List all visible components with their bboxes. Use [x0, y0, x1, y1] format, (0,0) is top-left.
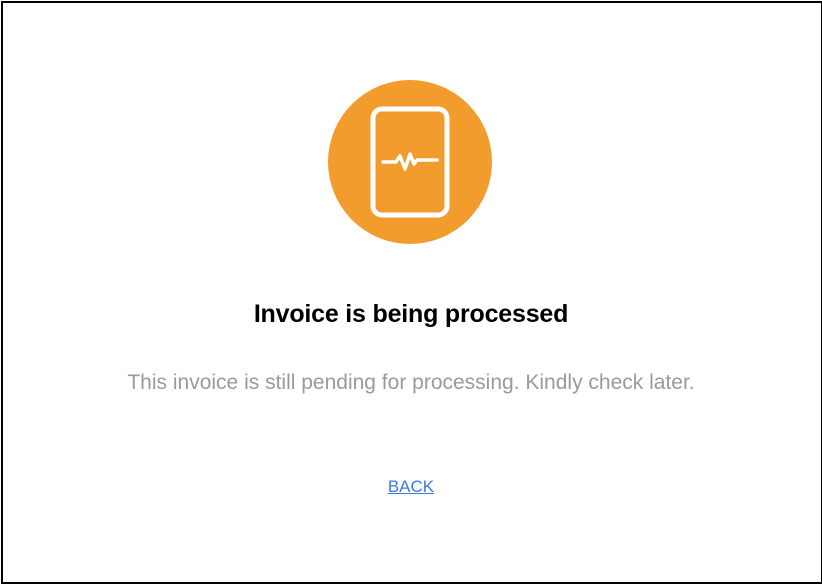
- back-button[interactable]: BACK: [388, 477, 434, 496]
- tablet-pulse-icon: [370, 106, 450, 218]
- pulse-line: [381, 152, 439, 171]
- back-link-container: BACK: [0, 477, 822, 497]
- status-title: Invoice is being processed: [253, 300, 569, 328]
- status-message: This invoice is still pending for proces…: [127, 371, 695, 394]
- status-icon-badge: [328, 80, 492, 244]
